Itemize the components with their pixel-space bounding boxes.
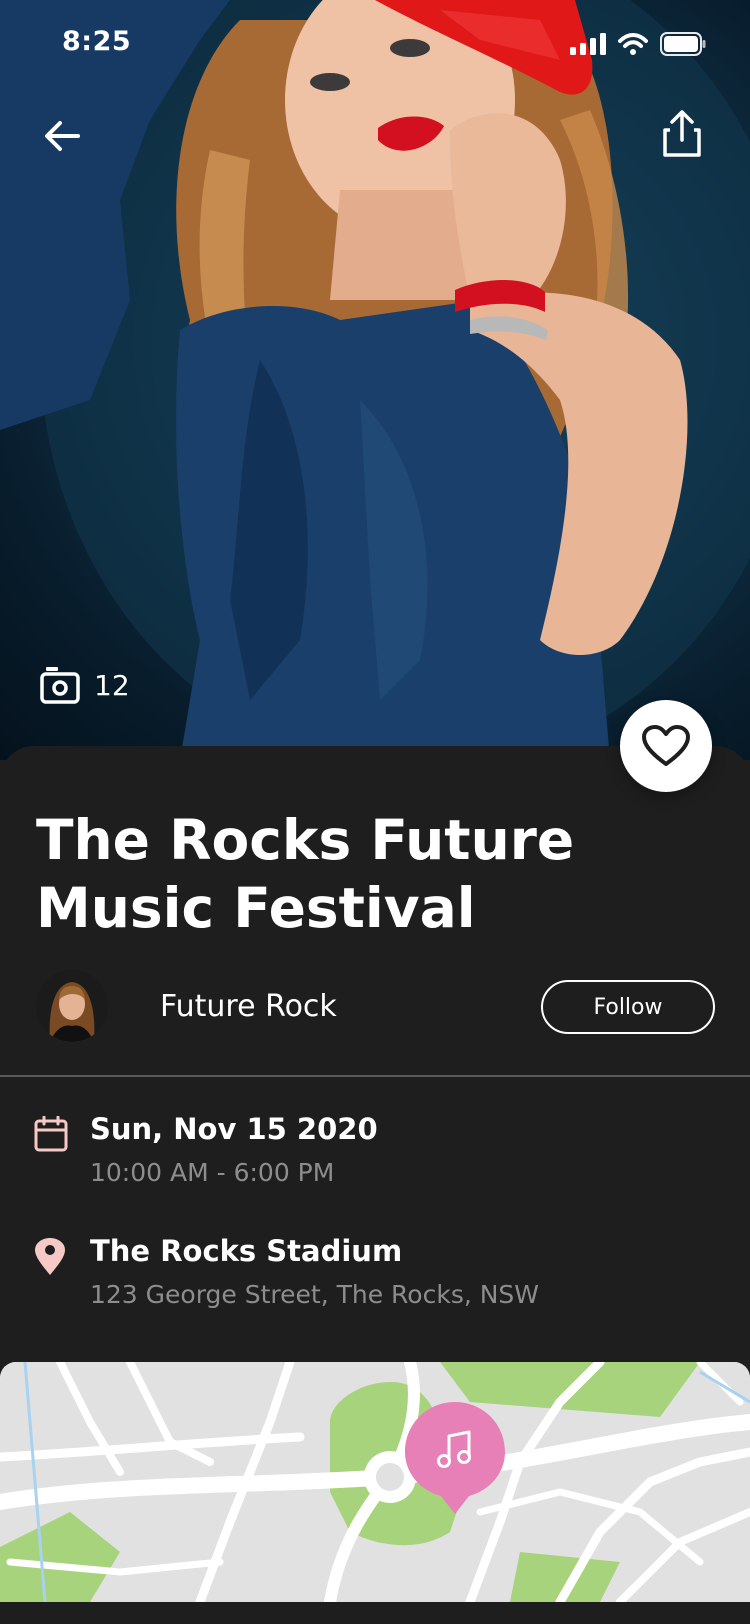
heart-icon <box>642 725 690 766</box>
music-note-icon <box>437 1430 471 1468</box>
map-tiles <box>0 1362 750 1602</box>
share-icon <box>663 110 701 157</box>
battery-icon <box>660 32 706 56</box>
hero-photo <box>0 0 750 760</box>
location-pin-icon <box>35 1238 65 1275</box>
status-time: 8:25 <box>62 26 132 57</box>
organizer-name: Future Rock <box>160 988 337 1024</box>
photo-count[interactable]: 12 <box>40 666 130 704</box>
photo-count-value: 12 <box>94 668 130 702</box>
map-event-pin[interactable] <box>405 1402 505 1517</box>
event-title: The Rocks Future Music Festival <box>36 808 575 940</box>
calendar-icon <box>34 1116 68 1152</box>
venue-address: 123 George Street, The Rocks, NSW <box>90 1280 540 1309</box>
share-button[interactable] <box>650 102 714 166</box>
divider <box>0 1075 750 1077</box>
favorite-button[interactable] <box>620 700 712 792</box>
event-hero-image[interactable]: 8:25 12 <box>0 0 750 760</box>
status-bar: 8:25 <box>0 0 750 90</box>
event-date: Sun, Nov 15 2020 <box>90 1112 378 1146</box>
location-map[interactable] <box>0 1362 750 1602</box>
signal-icon <box>570 33 606 55</box>
wifi-icon <box>618 33 648 55</box>
back-arrow-icon <box>45 121 80 151</box>
organizer-avatar-image <box>36 970 108 1042</box>
avatar[interactable] <box>36 970 108 1042</box>
venue-name: The Rocks Stadium <box>90 1234 403 1268</box>
back-button[interactable] <box>30 104 94 168</box>
organizer[interactable]: Future Rock <box>36 970 337 1042</box>
camera-icon <box>40 667 80 704</box>
event-time-range: 10:00 AM - 6:00 PM <box>90 1158 335 1187</box>
follow-button[interactable]: Follow <box>541 980 715 1034</box>
